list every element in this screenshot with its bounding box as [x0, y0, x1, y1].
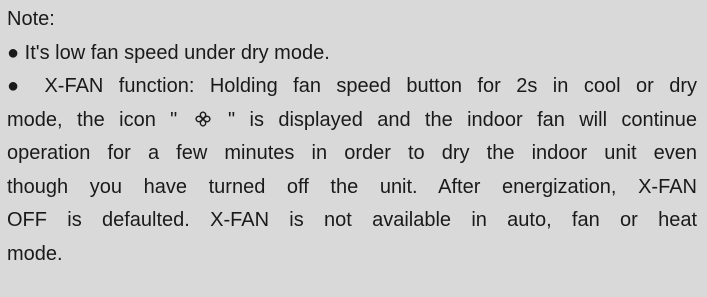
bullet-item-2-line-5: OFF is defaulted. X-FAN is not available…	[7, 209, 697, 231]
x-fan-icon	[194, 110, 211, 127]
bullet-item-2-text-l1: X-FAN function: Holding fan speed button…	[44, 75, 697, 97]
note-heading: Note:	[7, 8, 55, 30]
bullet-icon: ●	[7, 75, 29, 97]
bullet-item-2-line-1: ● X-FAN function: Holding fan speed butt…	[7, 70, 697, 104]
note-box: Note: ● It's low fan speed under dry mod…	[0, 0, 707, 297]
bullet-item-1: ● It's low fan speed under dry mode.	[7, 37, 697, 71]
bullet-item-2-line-6: mode.	[7, 242, 63, 265]
bullet-item-2-text-l2b: " is displayed and the indoor fan will c…	[228, 108, 697, 131]
bullet-item-2-text-l2a: mode, the icon "	[7, 108, 178, 131]
bullet-item-1-text: It's low fan speed under dry mode.	[24, 41, 330, 64]
bullet-item-2-line-2: mode, the icon " " is displayed and the …	[7, 104, 697, 138]
bullet-item-2-line-4: though you have turned off the unit. Aft…	[7, 175, 697, 198]
bullet-item-2-line-3: operation for a few minutes in order to …	[7, 142, 697, 164]
bullet-icon: ●	[7, 41, 20, 64]
